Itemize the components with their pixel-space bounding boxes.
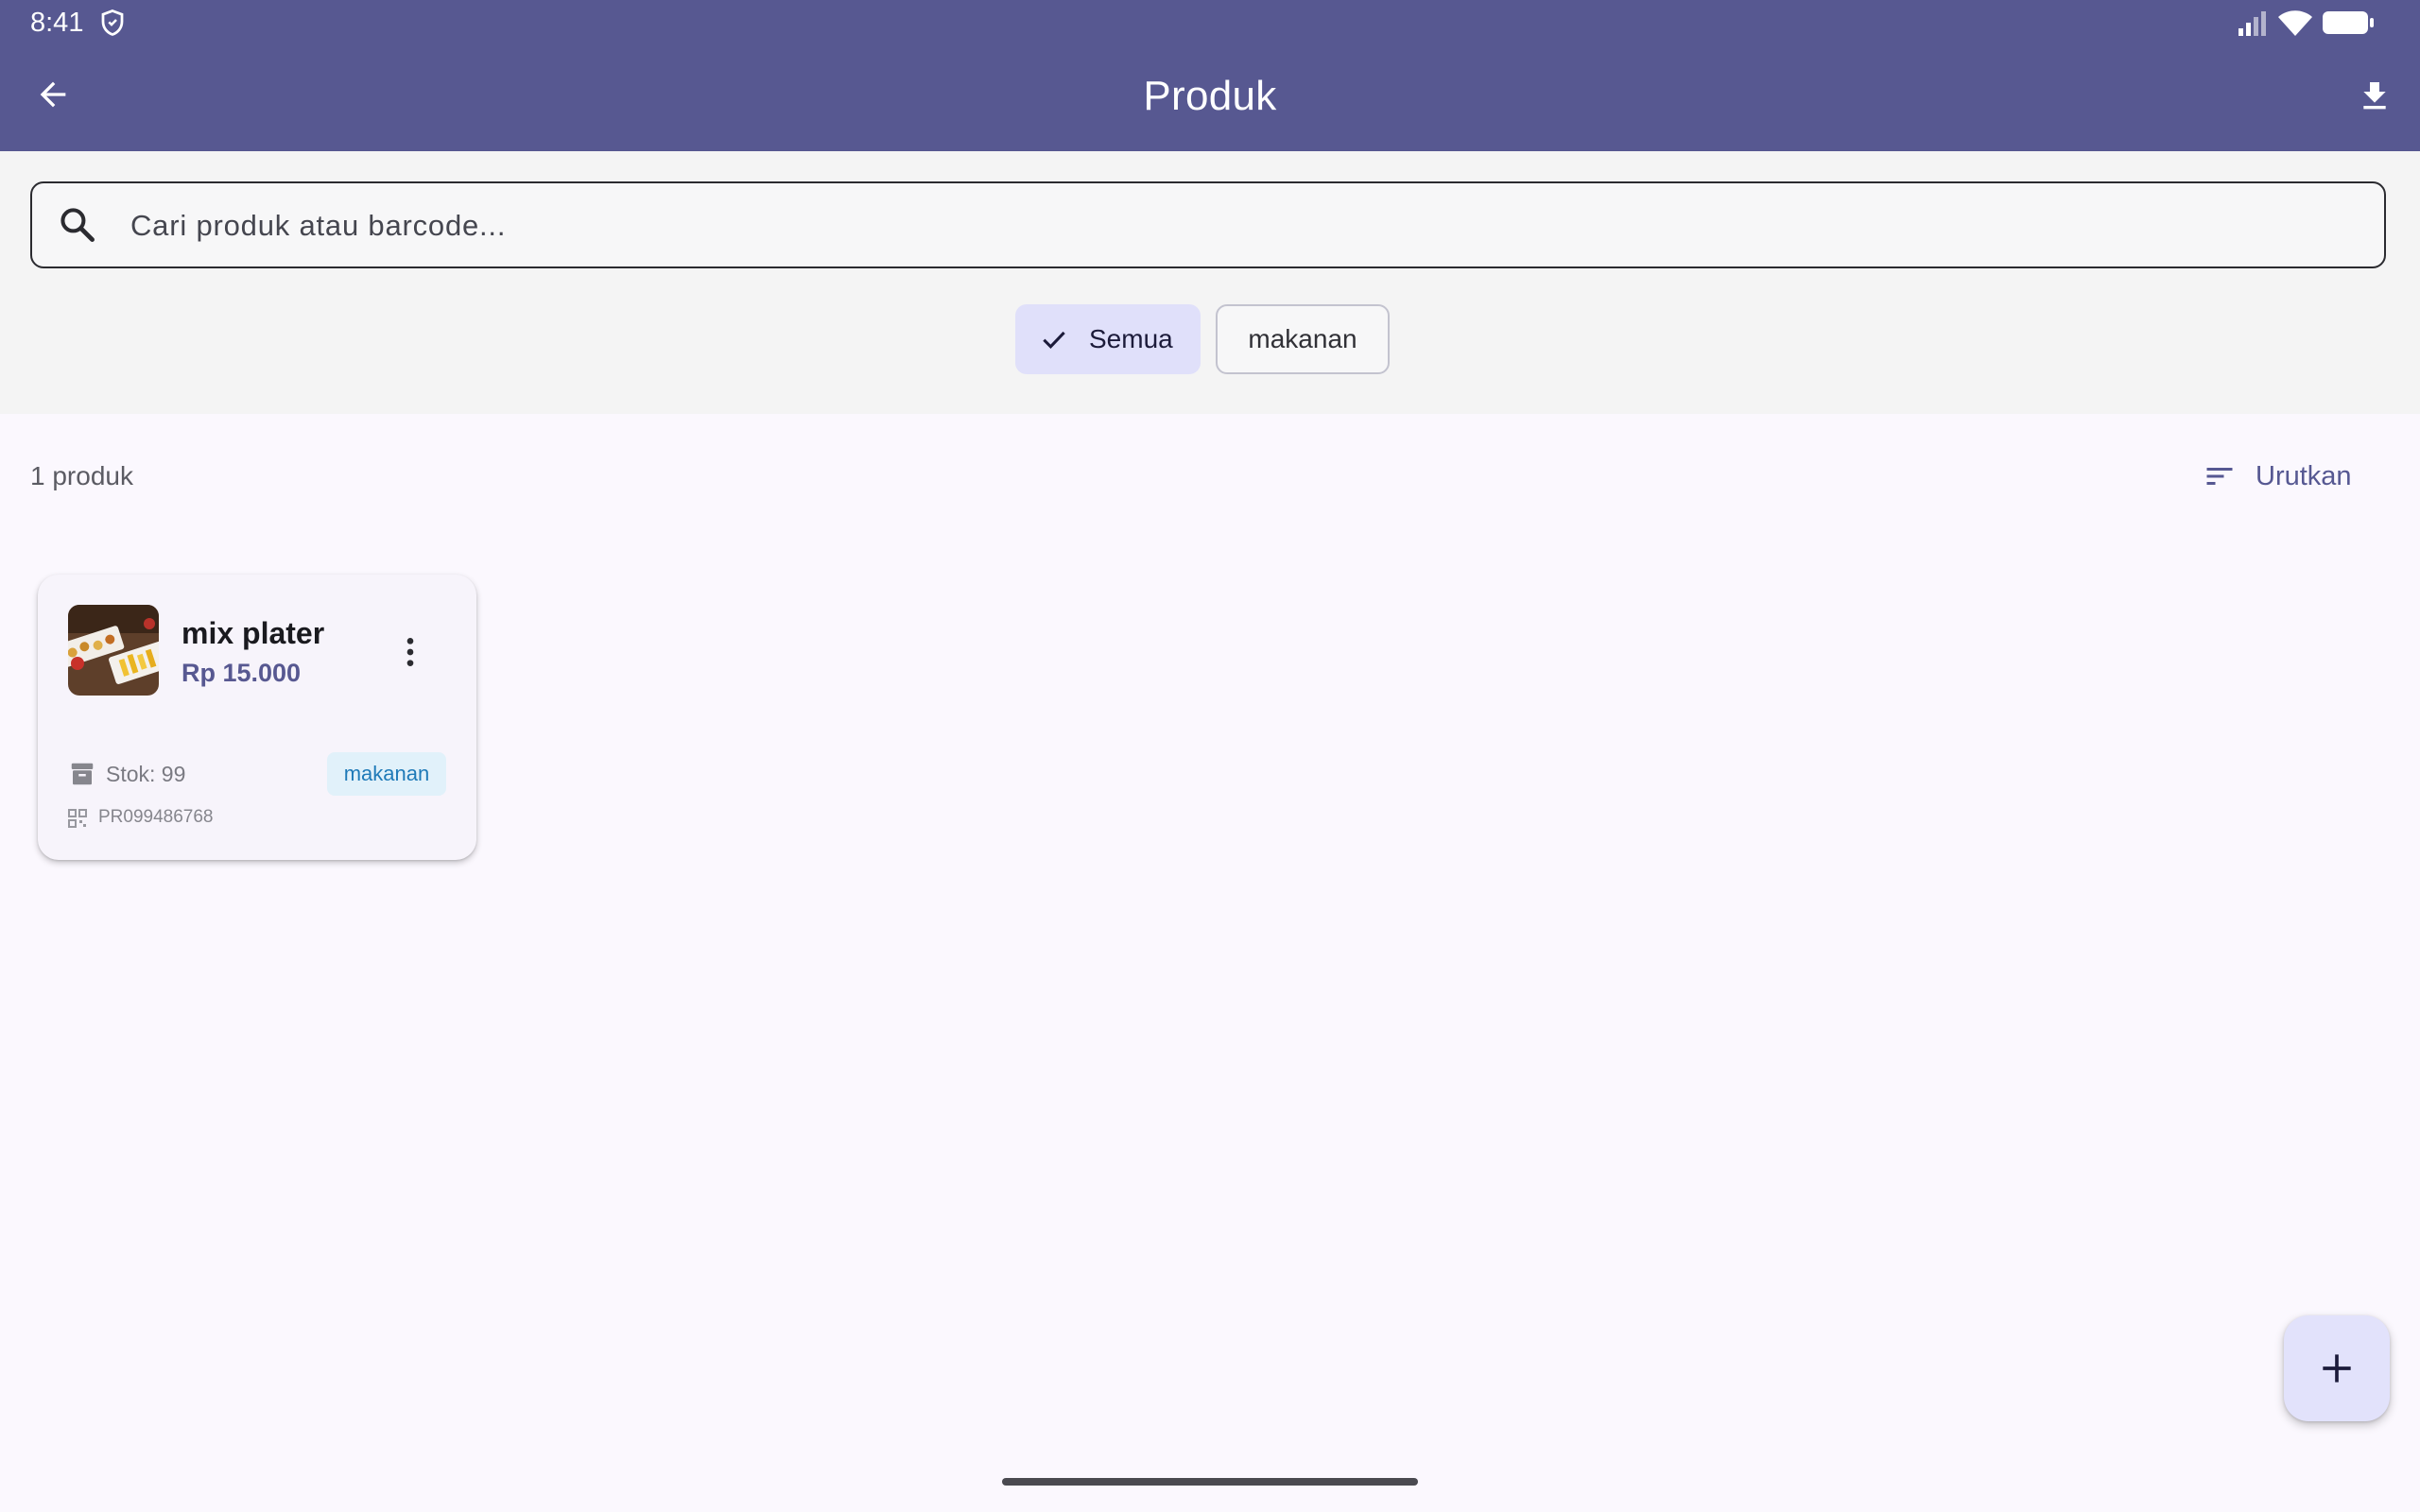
category-badge-label: makanan: [343, 762, 430, 785]
product-count: 1 produk: [30, 461, 133, 490]
top-app-bar: 8:41 Produk: [0, 0, 2420, 151]
category-badge: makanan: [327, 752, 446, 796]
wifi-icon: [2278, 10, 2312, 36]
sort-button[interactable]: Urutkan: [2203, 448, 2401, 505]
product-name: mix plater: [182, 616, 325, 650]
filter-chip-label: Semua: [1089, 324, 1173, 353]
more-vertical-icon: [406, 638, 414, 666]
download-icon: [2363, 82, 2386, 110]
battery-icon: [2323, 11, 2374, 34]
search-filter-panel: Semua makanan: [0, 151, 2420, 414]
page-title: Produk: [1143, 73, 1277, 119]
filter-chip-makanan[interactable]: makanan: [1216, 304, 1390, 374]
sort-icon: [2206, 468, 2233, 485]
search-input[interactable]: [129, 197, 2363, 255]
shield-icon: [101, 9, 124, 36]
sort-label: Urutkan: [2256, 460, 2352, 491]
plus-icon: [2323, 1354, 2351, 1383]
signal-icon: [2238, 11, 2266, 36]
product-stock: Stok: 99: [106, 762, 186, 786]
product-barcode: PR099486768: [98, 807, 214, 827]
product-card[interactable]: mix plater Rp 15.000 Stok: 99 makanan PR…: [38, 575, 476, 860]
search-icon: [60, 208, 95, 242]
archive-box-icon: [71, 763, 94, 785]
product-price: Rp 15.000: [182, 659, 302, 687]
qr-code-icon: [68, 809, 87, 828]
download-button[interactable]: [2341, 62, 2409, 130]
search-box[interactable]: [30, 181, 2386, 268]
home-indicator[interactable]: [1002, 1478, 1418, 1486]
check-icon: [1043, 331, 1065, 350]
product-menu-button[interactable]: [384, 626, 437, 679]
filter-chip-semua[interactable]: Semua: [1015, 304, 1201, 374]
filter-chip-label: makanan: [1248, 324, 1357, 353]
add-product-button[interactable]: [2284, 1315, 2390, 1421]
status-time: 8:41: [30, 8, 84, 38]
product-thumbnail: [68, 605, 159, 696]
